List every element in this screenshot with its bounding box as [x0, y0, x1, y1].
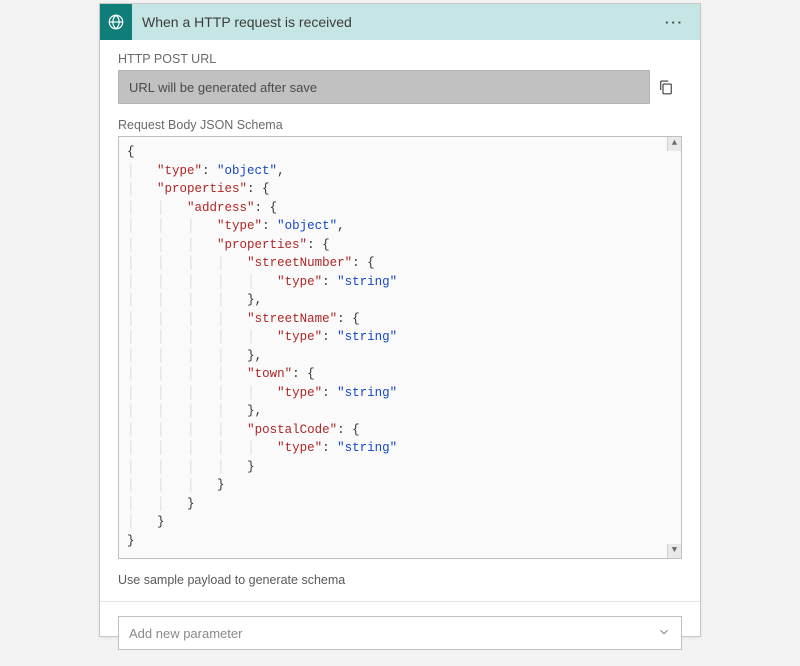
http-globe-icon	[100, 4, 132, 40]
trigger-card: When a HTTP request is received ··· HTTP…	[99, 3, 701, 637]
post-url-label: HTTP POST URL	[118, 52, 682, 66]
add-parameter-placeholder: Add new parameter	[129, 626, 242, 641]
scroll-up-button[interactable]: ▲	[667, 137, 681, 151]
post-url-value: URL will be generated after save	[129, 80, 317, 95]
divider	[100, 601, 700, 602]
card-menu-button[interactable]: ···	[659, 11, 690, 34]
scroll-down-button[interactable]: ▼	[667, 544, 681, 558]
add-parameter-dropdown[interactable]: Add new parameter	[118, 616, 682, 650]
card-body: HTTP POST URL URL will be generated afte…	[100, 40, 700, 666]
chevron-down-icon	[657, 625, 671, 642]
use-sample-payload-link[interactable]: Use sample payload to generate schema	[118, 559, 682, 601]
card-title: When a HTTP request is received	[142, 14, 659, 30]
schema-json-code: { │ "type": "object", │ "properties": { …	[127, 145, 397, 548]
copy-url-button[interactable]	[650, 70, 682, 104]
schema-editor[interactable]: ▲ ▼ { │ "type": "object", │ "properties": …	[118, 136, 682, 559]
schema-label: Request Body JSON Schema	[118, 118, 682, 132]
card-header[interactable]: When a HTTP request is received ···	[100, 4, 700, 40]
post-url-field: URL will be generated after save	[118, 70, 650, 104]
